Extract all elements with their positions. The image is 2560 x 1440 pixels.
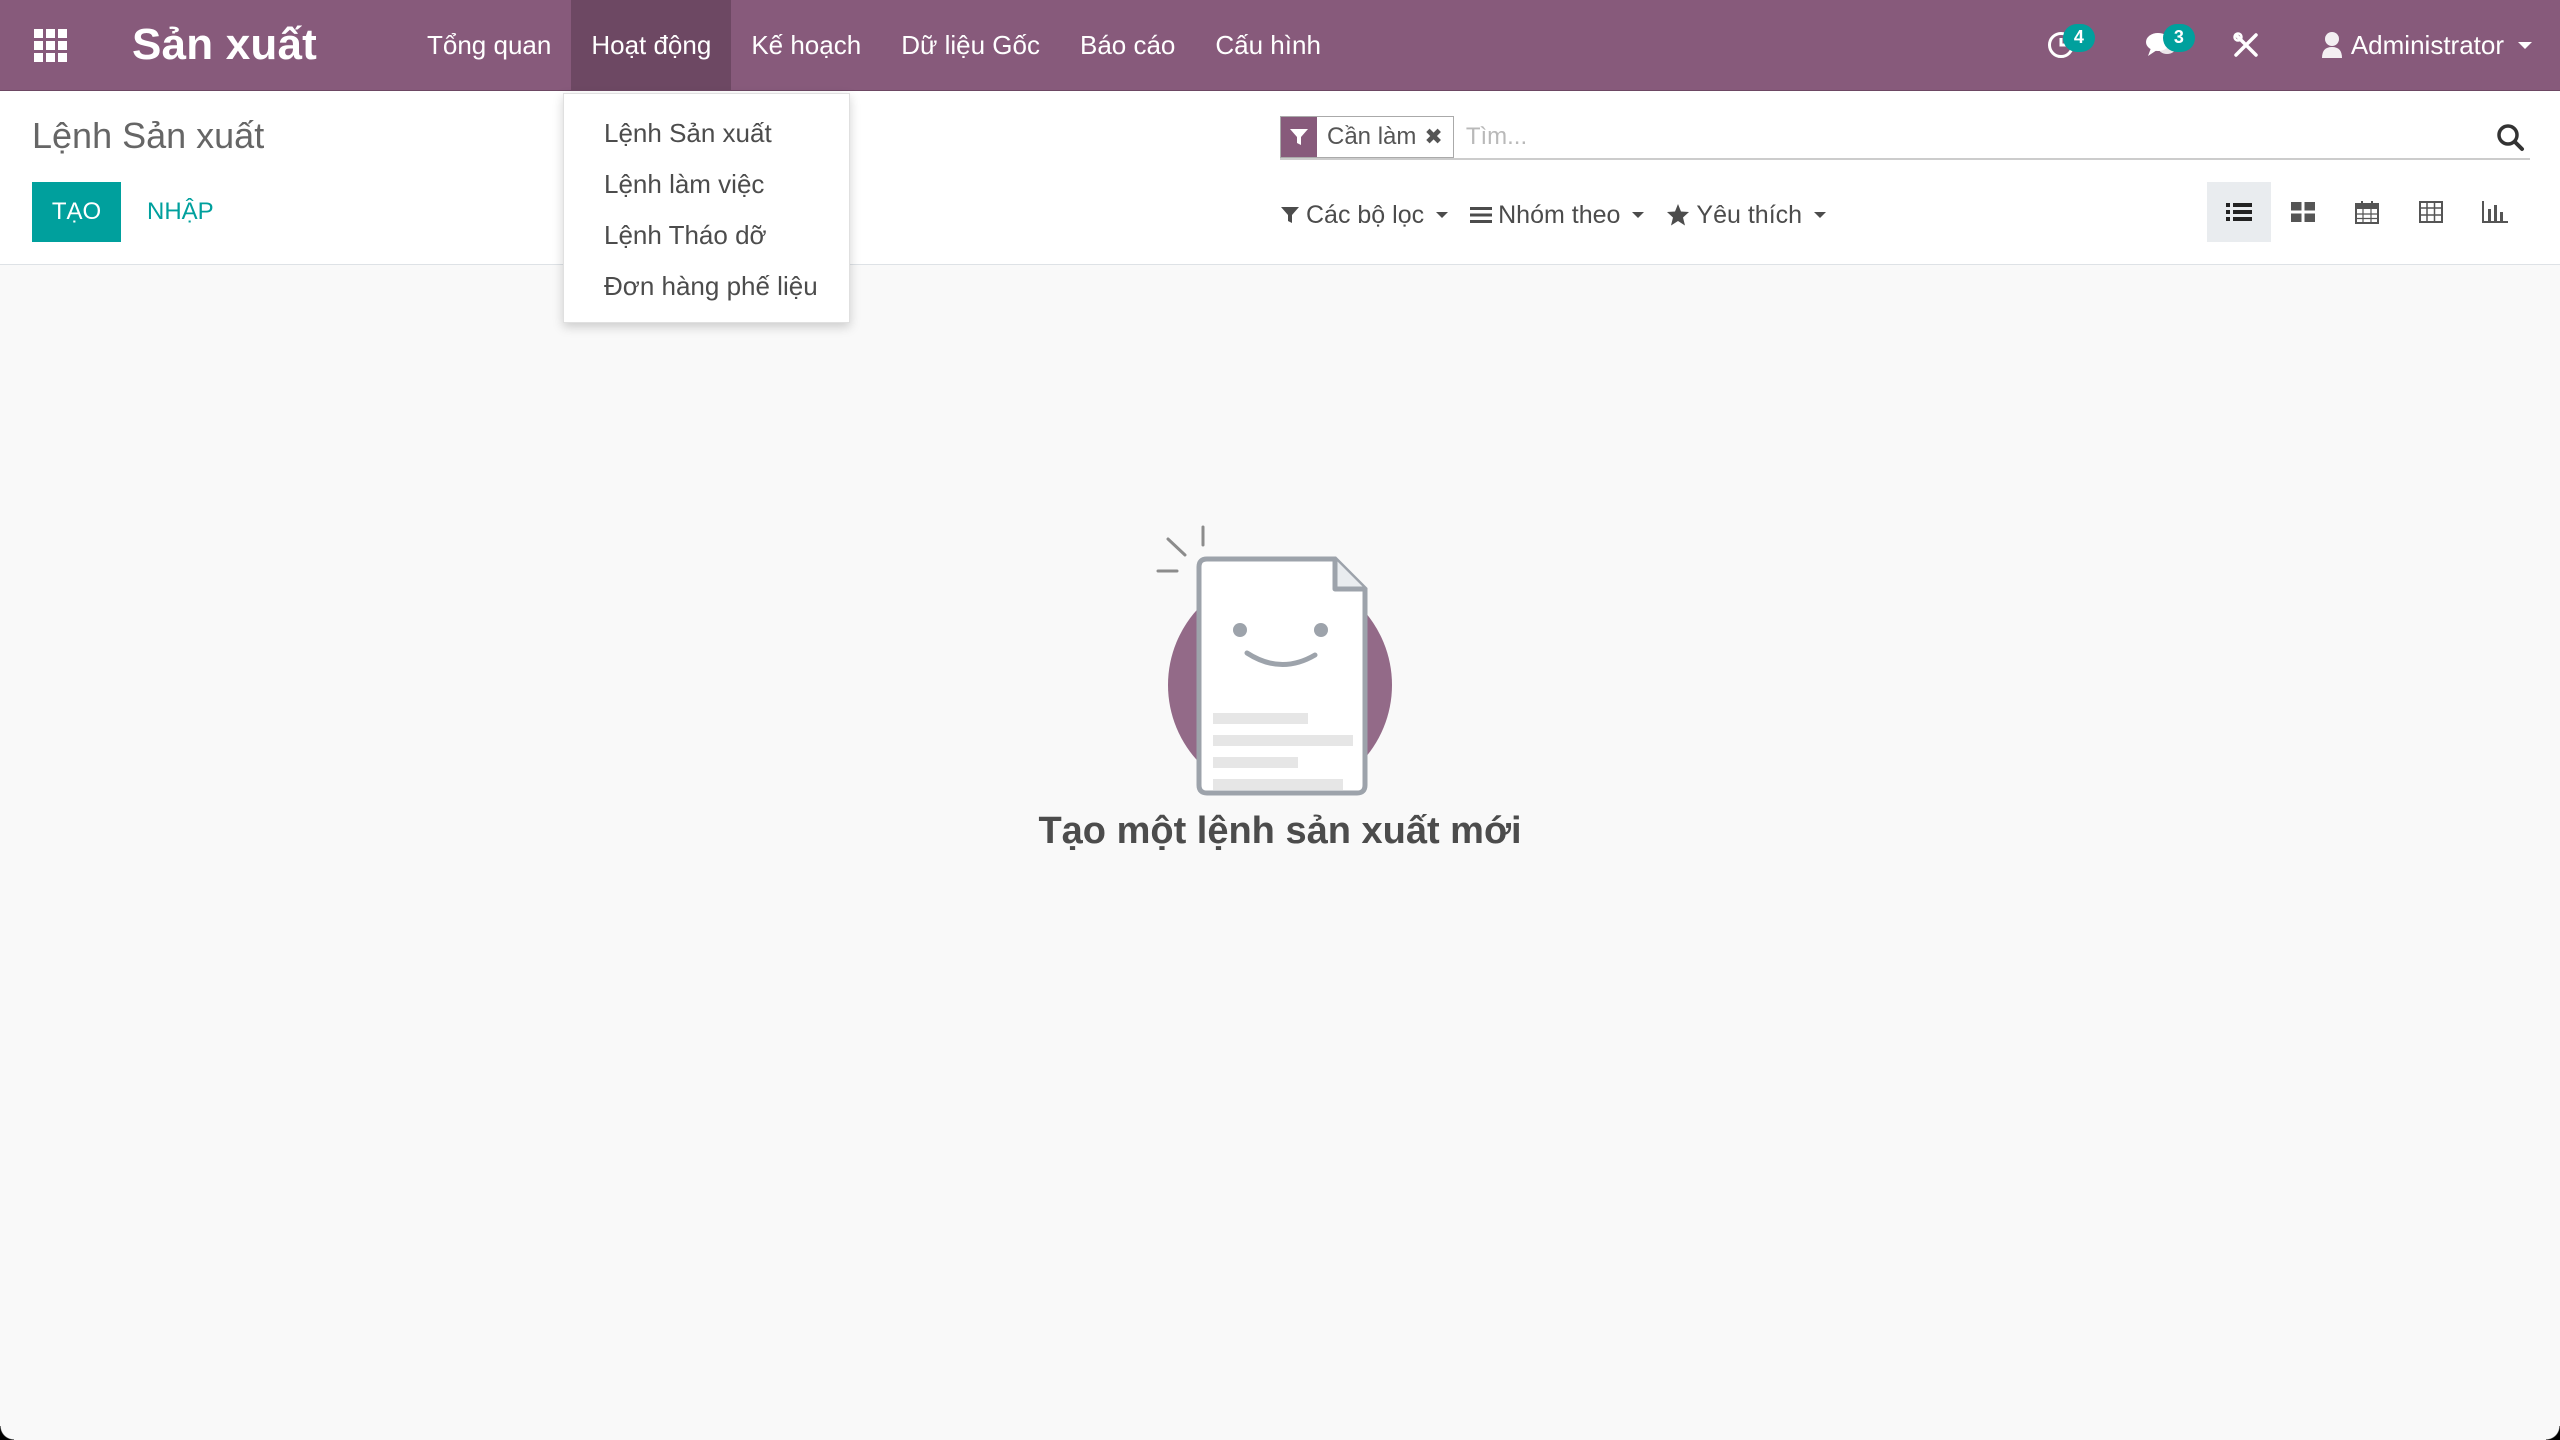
search-options: Các bộ lọc Nhóm theo Yêu thích (1280, 195, 1848, 235)
facet-value: Cần làm (1327, 122, 1417, 150)
filters-dropdown[interactable]: Các bộ lọc (1280, 200, 1449, 230)
menu-operations[interactable]: Hoạt động (571, 0, 732, 91)
view-switcher (2207, 182, 2527, 242)
chevron-down-icon (1814, 212, 1827, 218)
facet-remove-icon[interactable]: ✖ (1424, 124, 1452, 150)
app-brand[interactable]: Sản xuất (132, 20, 317, 70)
systray: 4 3 Administrator (2011, 0, 2560, 91)
bars-icon (1470, 206, 1493, 224)
list-icon (2226, 203, 2252, 221)
menu-planning[interactable]: Kế hoạch (731, 0, 881, 91)
debug-tools-button[interactable] (2211, 0, 2281, 91)
search-icon[interactable] (2490, 117, 2530, 157)
pivot-view-button[interactable] (2399, 182, 2463, 242)
list-view-button[interactable] (2207, 182, 2271, 242)
chevron-down-icon (2518, 41, 2532, 49)
chevron-down-icon (1632, 212, 1645, 218)
favorites-dropdown[interactable]: Yêu thích (1666, 200, 1827, 230)
activities-button[interactable]: 4 (2011, 0, 2111, 91)
dropdown-item-scrap-orders[interactable]: Đơn hàng phế liệu (564, 261, 849, 312)
import-button[interactable]: NHẬP (135, 182, 226, 242)
menu-overview[interactable]: Tổng quan (407, 0, 571, 91)
filters-label: Các bộ lọc (1306, 200, 1425, 229)
search-input[interactable] (1453, 116, 2490, 157)
dropdown-item-manufacturing-orders[interactable]: Lệnh Sản xuất (564, 108, 849, 159)
pivot-icon (2419, 201, 2443, 223)
messages-badge: 3 (2162, 23, 2195, 52)
calendar-icon (2355, 201, 2379, 224)
dropdown-item-work-orders[interactable]: Lệnh làm việc (564, 159, 849, 210)
window-corner (2546, 1426, 2560, 1440)
activities-badge: 4 (2062, 23, 2095, 52)
apps-grid-icon (33, 28, 67, 62)
create-button[interactable]: TẠO (32, 182, 121, 242)
apps-menu-button[interactable] (0, 0, 100, 91)
window-corner (0, 1426, 14, 1440)
menu-configuration[interactable]: Cấu hình (1195, 0, 1341, 91)
breadcrumb: Lệnh Sản xuất (32, 115, 265, 156)
calendar-view-button[interactable] (2335, 182, 2399, 242)
control-panel: Lệnh Sản xuất TẠO NHẬP Cần làm ✖ Các bộ … (0, 91, 2560, 265)
star-icon (1666, 203, 1690, 227)
menu-reporting[interactable]: Báo cáo (1060, 0, 1195, 91)
kanban-view-button[interactable] (2271, 182, 2335, 242)
empty-document-illustration (1156, 525, 1392, 805)
user-menu[interactable]: Administrator (2321, 30, 2532, 61)
groupby-label: Nhóm theo (1498, 200, 1621, 229)
tools-icon (2233, 32, 2258, 57)
search-bar: Cần làm ✖ (1280, 115, 2530, 160)
chevron-down-icon (1436, 212, 1449, 218)
filter-icon (1280, 205, 1300, 225)
user-name: Administrator (2350, 29, 2504, 60)
search-facet: Cần làm ✖ (1280, 115, 1454, 158)
graph-view-button[interactable] (2463, 182, 2527, 242)
favorites-label: Yêu thích (1696, 200, 1803, 229)
empty-state-title: Tạo một lệnh sản xuất mới (1038, 810, 1522, 852)
groupby-dropdown[interactable]: Nhóm theo (1470, 200, 1645, 230)
graph-icon (2482, 201, 2508, 223)
main-menu: Tổng quan Hoạt động Kế hoạch Dữ liệu Gốc… (407, 0, 1341, 91)
messages-button[interactable]: 3 (2111, 0, 2211, 91)
operations-dropdown-menu: Lệnh Sản xuất Lệnh làm việc Lệnh Tháo dỡ… (563, 93, 850, 323)
menu-master-data[interactable]: Dữ liệu Gốc (881, 0, 1060, 91)
user-avatar-icon (2321, 32, 2342, 58)
dropdown-item-unbuild-orders[interactable]: Lệnh Tháo dỡ (564, 210, 849, 261)
filter-icon (1281, 116, 1317, 157)
kanban-icon (2291, 202, 2315, 222)
main-navbar: Sản xuất Tổng quan Hoạt động Kế hoạch Dữ… (0, 0, 2560, 91)
